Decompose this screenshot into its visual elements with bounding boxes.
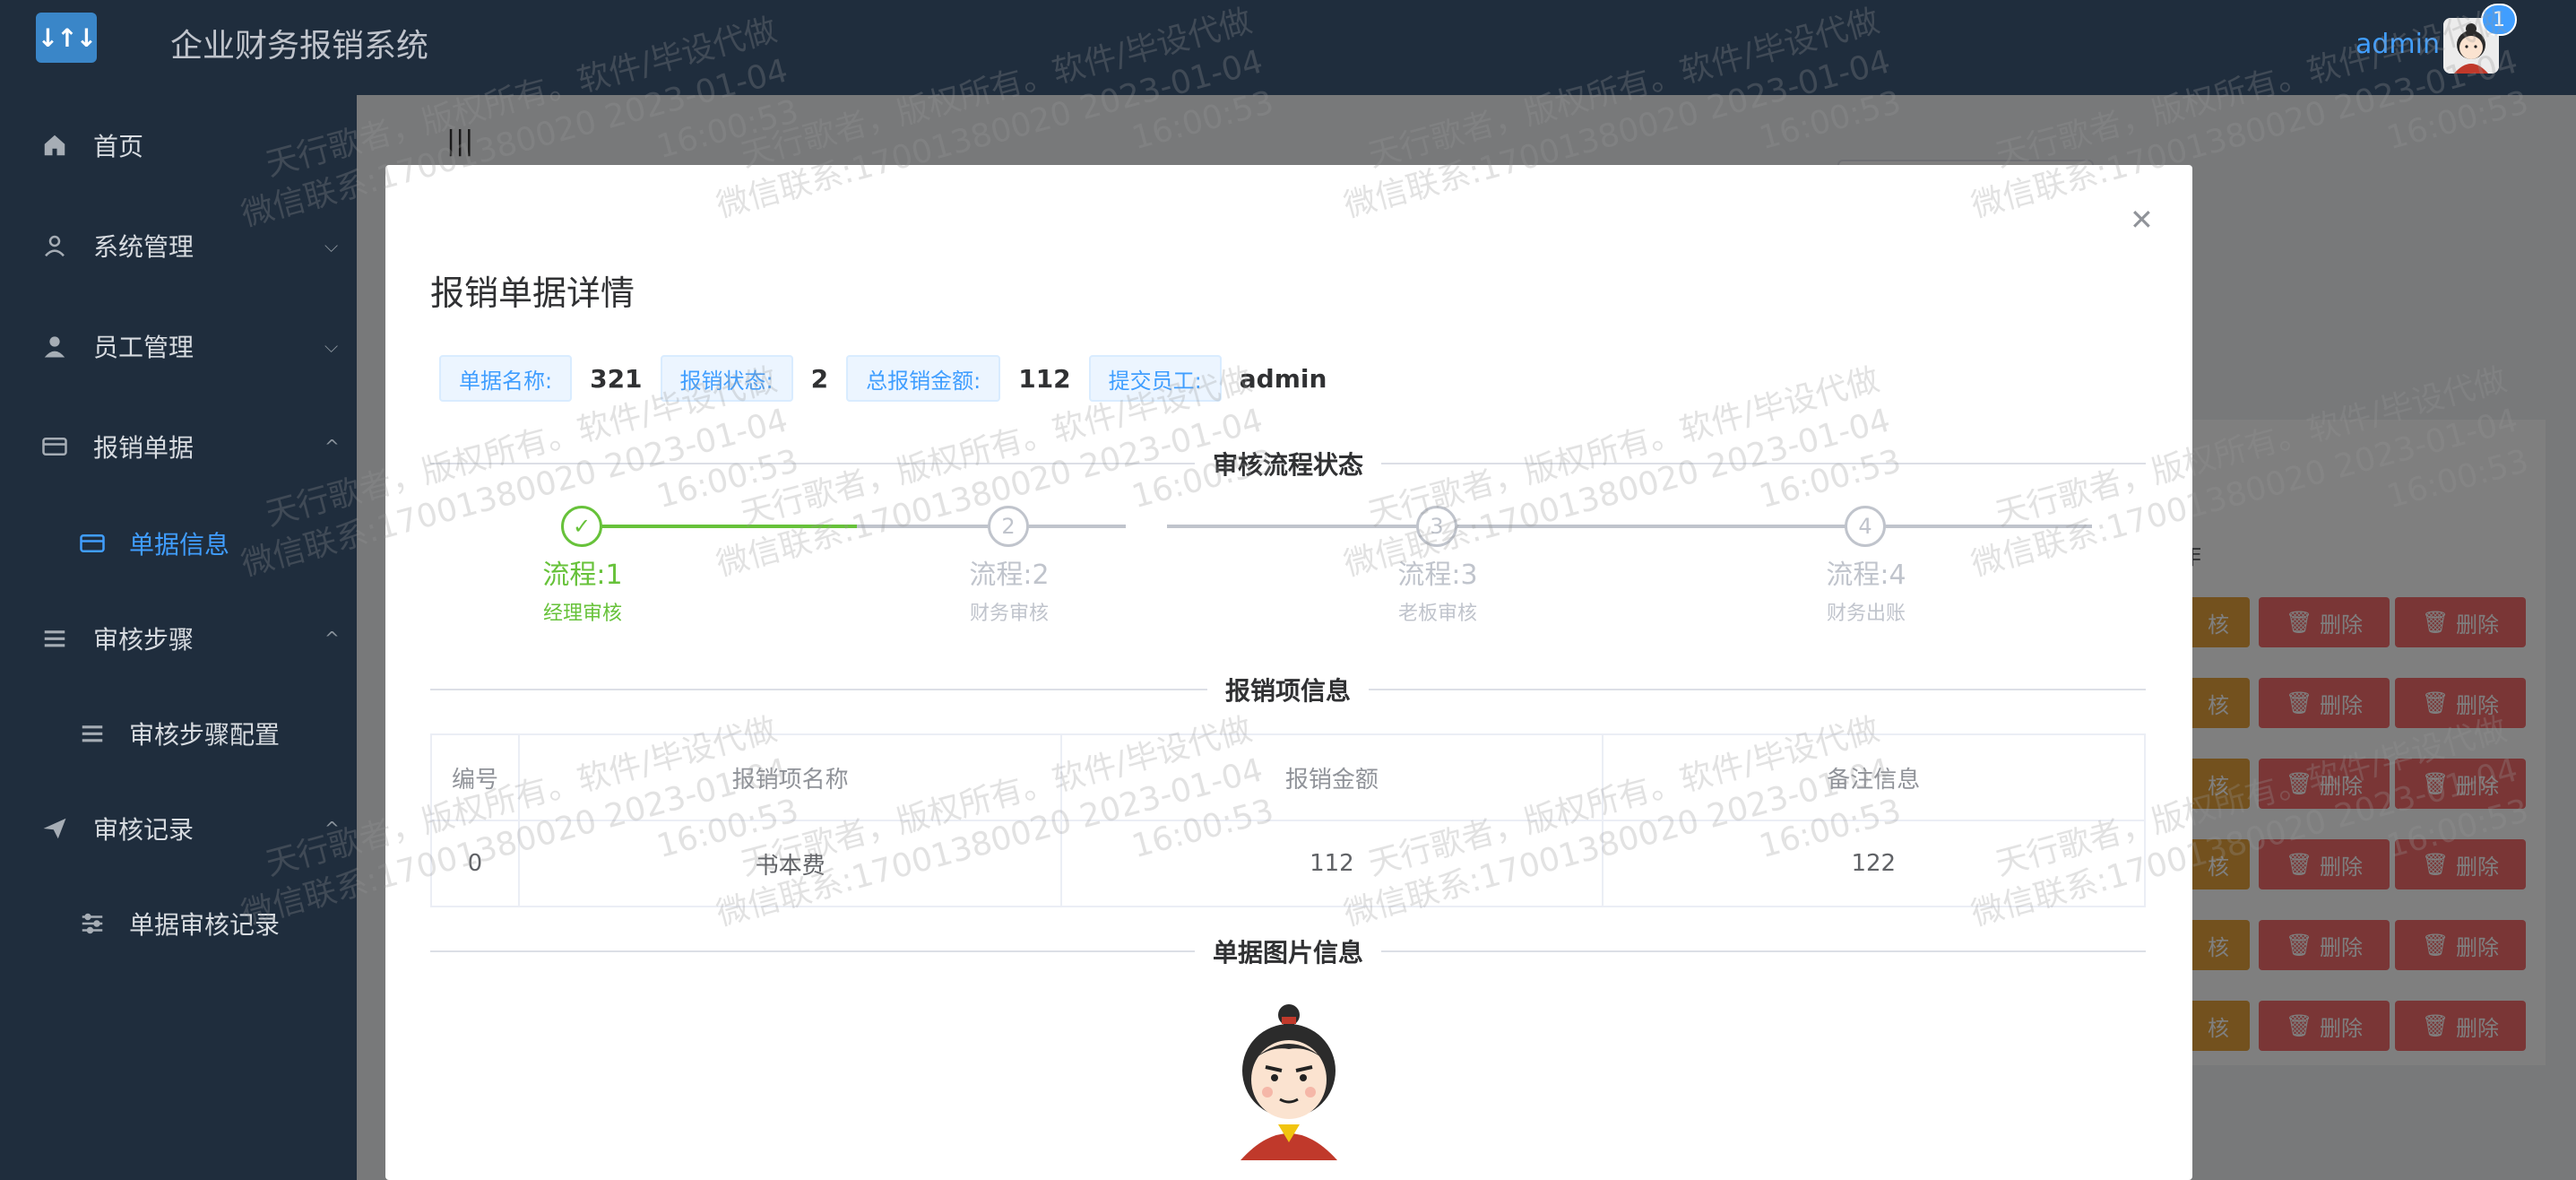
app-logo-icon: ↓↑↓ xyxy=(36,13,97,63)
bill-image[interactable] xyxy=(1228,999,1350,1160)
sidebar-item-label: 审核记录 xyxy=(93,815,194,845)
step-4-desc: 财务出账 xyxy=(1826,603,1906,625)
section-title-images: 单据图片信息 xyxy=(1194,933,1382,969)
sidebar-item-bill-audit-records[interactable]: 单据审核记录 xyxy=(0,879,357,968)
section-title-items: 报销项信息 xyxy=(1206,672,1370,707)
sidebar-item-reimburse[interactable]: 报销单据 ^ xyxy=(0,402,357,491)
step-2-desc: 财务审核 xyxy=(969,603,1050,625)
top-header: ↓↑↓ 企业财务报销系统 admin 1 xyxy=(0,0,2576,95)
sidebar: 首页 系统管理 ⌵ 员工管理 ⌵ 报销单据 ^ 单据信息 审核步骤 ^ 审核步骤… xyxy=(0,95,357,1180)
divider-images: 单据图片信息 xyxy=(430,933,2146,969)
app-title: 企业财务报销系统 xyxy=(170,28,429,65)
divider-flow: 审核流程状态 xyxy=(430,446,2146,482)
employee-value: admin xyxy=(1239,363,1327,394)
step-4-title: 流程:4 xyxy=(1826,560,1906,591)
sidebar-item-label: 单据信息 xyxy=(129,530,230,560)
sidebar-item-label: 审核步骤配置 xyxy=(129,720,281,750)
card-icon xyxy=(77,528,108,559)
sidebar-item-label: 员工管理 xyxy=(93,333,194,362)
header-remark: 备注信息 xyxy=(1601,733,2147,821)
step-line xyxy=(579,525,857,528)
bill-name-value: 321 xyxy=(590,363,643,394)
card-icon xyxy=(39,431,70,462)
chevron-down-icon: ⌵ xyxy=(324,235,339,256)
sidebar-item-label: 审核步骤 xyxy=(93,625,194,655)
chevron-up-icon: ^ xyxy=(324,628,340,649)
bill-status-value: 2 xyxy=(810,363,829,394)
dialog-title: 报销单据详情 xyxy=(430,273,635,313)
step-2-circle: 2 xyxy=(988,506,1029,547)
cartoon-character-icon xyxy=(1240,1004,1337,1160)
list-icon xyxy=(39,623,70,654)
sidebar-item-label: 单据审核记录 xyxy=(129,910,281,940)
bill-name-label: 单据名称: xyxy=(439,355,573,402)
chevron-up-icon: ^ xyxy=(324,436,340,457)
employee-label: 提交员工: xyxy=(1088,355,1222,402)
logo-underline xyxy=(43,57,88,61)
sidebar-item-label: 系统管理 xyxy=(93,232,194,262)
send-icon xyxy=(39,813,70,844)
header-id: 编号 xyxy=(430,733,520,821)
chevron-down-icon: ⌵ xyxy=(324,335,339,357)
cell-id: 0 xyxy=(430,820,520,907)
step-4-circle: 4 xyxy=(1845,506,1886,547)
step-1-title: 流程:1 xyxy=(542,560,623,591)
bill-status-label: 报销状态: xyxy=(660,355,793,402)
table-header-row: 编号 报销项名称 报销金额 备注信息 xyxy=(430,733,2147,821)
sidebar-item-label: 首页 xyxy=(93,132,144,161)
step-line xyxy=(1285,525,2092,528)
bill-detail-dialog: ✕ 报销单据详情 单据名称: 321 报销状态: 2 总报销金额: 112 提交… xyxy=(385,165,2192,1180)
sidebar-item-label: 报销单据 xyxy=(93,433,194,463)
home-icon xyxy=(39,130,70,161)
sidebar-item-audit-config[interactable]: 审核步骤配置 xyxy=(0,689,357,778)
chevron-up-icon: ^ xyxy=(324,818,340,839)
step-3-circle: 3 xyxy=(1416,506,1457,547)
step-2-title: 流程:2 xyxy=(969,560,1050,591)
sidebar-item-employee[interactable]: 员工管理 ⌵ xyxy=(0,301,357,391)
reimburse-items-table: 编号 报销项名称 报销金额 备注信息 0 书本费 112 122 xyxy=(430,733,2147,907)
table-row: 0 书本费 112 122 xyxy=(430,820,2147,907)
user-outline-icon xyxy=(39,230,70,261)
header-item-name: 报销项名称 xyxy=(517,733,1063,821)
user-name[interactable]: admin xyxy=(2356,29,2440,60)
notification-badge[interactable]: 1 xyxy=(2481,4,2517,36)
cell-amount: 112 xyxy=(1060,820,1604,907)
step-1-desc: 经理审核 xyxy=(542,603,623,625)
header-amount: 报销金额 xyxy=(1060,733,1604,821)
sliders-icon xyxy=(77,908,108,939)
step-3-title: 流程:3 xyxy=(1397,560,1478,591)
divider-items: 报销项信息 xyxy=(430,672,2146,707)
bill-info-row: 单据名称: 321 报销状态: 2 总报销金额: 112 提交员工: admin xyxy=(439,353,1344,403)
total-amount-label: 总报销金额: xyxy=(846,355,1001,402)
sidebar-item-audit-steps[interactable]: 审核步骤 ^ xyxy=(0,594,357,683)
sidebar-item-home[interactable]: 首页 xyxy=(0,100,357,190)
sidebar-item-system[interactable]: 系统管理 ⌵ xyxy=(0,201,357,291)
sidebar-item-audit-records[interactable]: 审核记录 ^ xyxy=(0,784,357,873)
step-3-desc: 老板审核 xyxy=(1397,603,1478,625)
user-icon xyxy=(39,331,70,361)
audit-steps: ✓ 2 3 4 流程:1 经理审核 流程:2 财务审核 流程:3 老板审核 流程… xyxy=(430,506,2146,649)
sidebar-item-bill-info[interactable]: 单据信息 xyxy=(0,499,357,588)
list-icon xyxy=(77,718,108,749)
cell-remark: 122 xyxy=(1601,820,2147,907)
section-title-flow: 审核流程状态 xyxy=(1194,446,1382,482)
total-amount-value: 112 xyxy=(1018,363,1071,394)
step-1-check-icon: ✓ xyxy=(561,506,602,547)
cell-item-name: 书本费 xyxy=(517,820,1063,907)
close-icon[interactable]: ✕ xyxy=(2130,203,2154,237)
